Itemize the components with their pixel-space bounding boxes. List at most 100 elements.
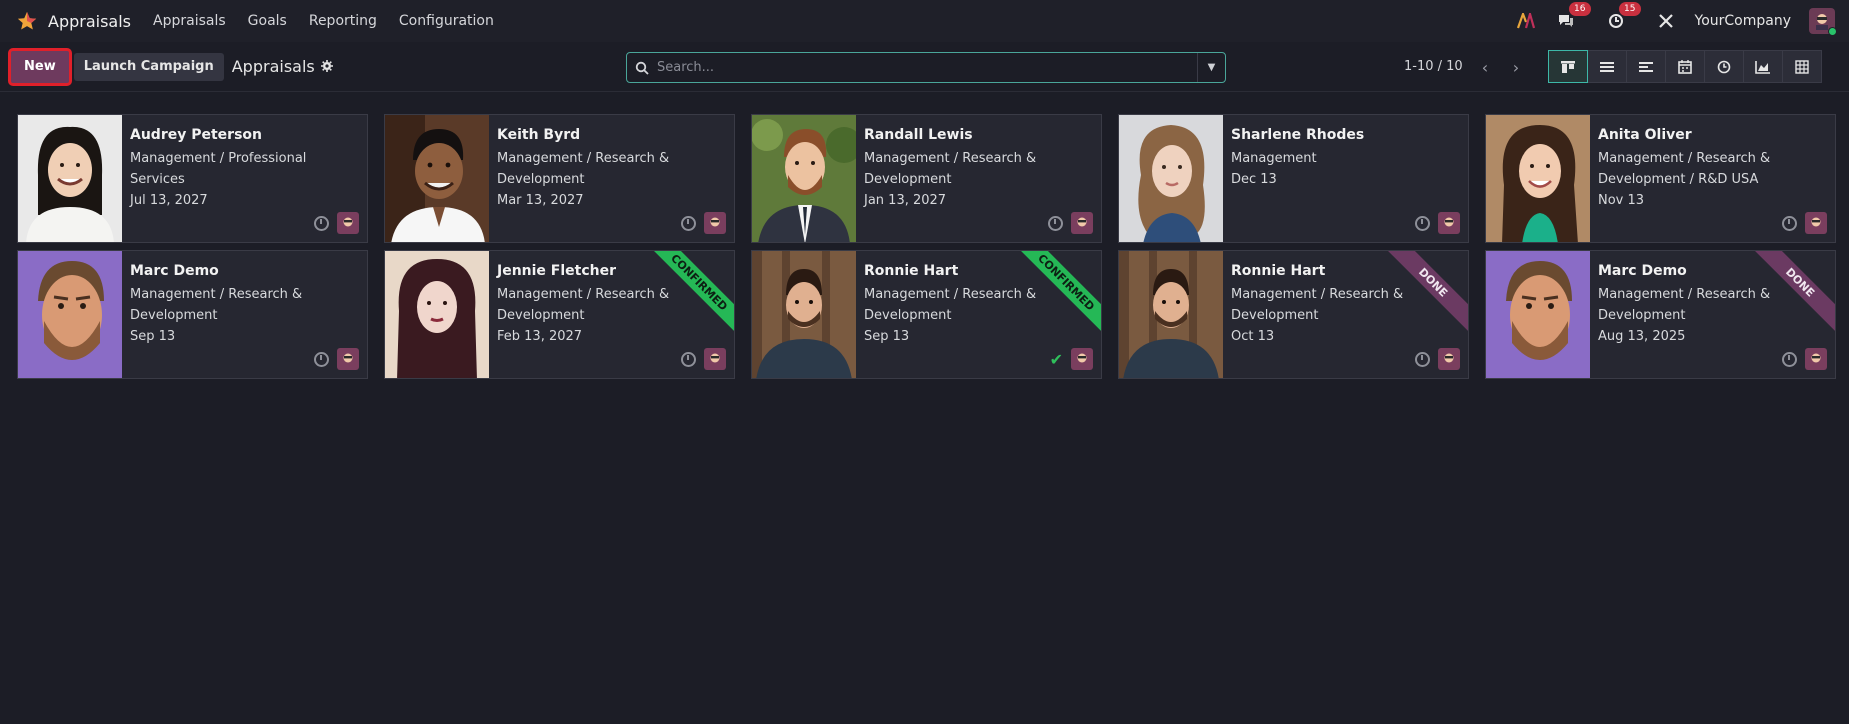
clock-icon[interactable] (1415, 215, 1430, 231)
kanban-card[interactable]: Audrey Peterson Management / Professiona… (17, 114, 368, 243)
kanban-card[interactable]: Marc Demo Management / Research & Develo… (1485, 250, 1836, 379)
clock-icon[interactable] (681, 351, 696, 367)
kanban-card[interactable]: Jennie Fletcher Management / Research & … (384, 250, 735, 379)
status-ribbon-label: CONFIRMED (646, 251, 734, 336)
messages-icon[interactable]: 16 (1555, 2, 1591, 32)
manager-avatar (1071, 212, 1093, 234)
employee-name: Keith Byrd (497, 127, 581, 143)
employee-department: Management (1231, 151, 1317, 166)
check-icon[interactable]: ✔ (1050, 350, 1063, 369)
pager-value[interactable]: 1-10 / 10 (1404, 59, 1463, 74)
clock-icon[interactable] (1782, 215, 1797, 231)
kanban-card[interactable]: Ronnie Hart Management / Research & Deve… (1118, 250, 1469, 379)
activity-view-button[interactable] (1704, 50, 1744, 83)
kanban-card[interactable]: Sharlene Rhodes Management Dec 13 (1118, 114, 1469, 243)
kanban-view-button[interactable] (1548, 50, 1588, 83)
employee-photo (1119, 115, 1223, 242)
manager-avatar (337, 348, 359, 370)
appraisal-date: Dec 13 (1231, 172, 1277, 187)
appraisal-date: Nov 13 (1598, 193, 1645, 208)
status-ribbon-label: DONE (1747, 251, 1835, 336)
manager-avatar (1805, 212, 1827, 234)
kanban-card[interactable]: Randall Lewis Management / Research & De… (751, 114, 1102, 243)
list-view-button[interactable] (1587, 50, 1627, 83)
kanban-card[interactable]: Marc Demo Management / Research & Develo… (17, 250, 368, 379)
gantt-view-button[interactable] (1626, 50, 1666, 83)
employee-name: Randall Lewis (864, 127, 973, 143)
employee-photo (385, 115, 489, 242)
employee-photo (1486, 115, 1590, 242)
menu-configuration[interactable]: Configuration (399, 13, 494, 29)
employee-name: Anita Oliver (1598, 127, 1692, 143)
status-ribbon: CONFIRMED (1011, 251, 1101, 341)
search-icon (627, 61, 657, 75)
employee-photo (752, 251, 856, 378)
search-options-toggle-icon[interactable]: ▼ (1197, 53, 1225, 82)
employee-department: Management / Professional Services (130, 151, 307, 187)
clock-icon[interactable] (1415, 351, 1430, 367)
employee-department: Management / Research & Development (497, 151, 670, 187)
clock-icon[interactable] (681, 215, 696, 231)
manager-avatar (1805, 348, 1827, 370)
employee-name: Marc Demo (130, 263, 219, 279)
clock-icon[interactable] (314, 351, 329, 367)
employee-photo (18, 115, 122, 242)
tools-icon[interactable] (1655, 10, 1677, 32)
pager-next-icon[interactable]: › (1502, 54, 1530, 80)
employee-photo (1119, 251, 1223, 378)
kanban-board: Audrey Peterson Management / Professiona… (17, 114, 1836, 379)
employee-name: Sharlene Rhodes (1231, 127, 1365, 143)
calendar-view-button[interactable] (1665, 50, 1705, 83)
breadcrumb: Appraisals (232, 57, 333, 76)
user-avatar[interactable] (1809, 8, 1837, 36)
activities-clock-icon[interactable]: 15 (1605, 2, 1641, 32)
employee-photo (18, 251, 122, 378)
gear-icon[interactable] (320, 57, 333, 76)
employee-department: Management / Research & Development (864, 151, 1037, 187)
ai-logo-icon[interactable] (1515, 10, 1537, 32)
manager-avatar (1438, 212, 1460, 234)
clock-icon[interactable] (314, 215, 329, 231)
status-ribbon: CONFIRMED (644, 251, 734, 341)
menu-reporting[interactable]: Reporting (309, 13, 377, 29)
pivot-view-button[interactable] (1782, 50, 1822, 83)
employee-photo (385, 251, 489, 378)
kanban-card[interactable]: Anita Oliver Management / Research & Dev… (1485, 114, 1836, 243)
app-title[interactable]: Appraisals (48, 12, 131, 31)
kanban-card[interactable]: Keith Byrd Management / Research & Devel… (384, 114, 735, 243)
manager-avatar (1438, 348, 1460, 370)
clock-icon[interactable] (1048, 215, 1063, 231)
clock-icon[interactable] (1782, 351, 1797, 367)
manager-avatar (337, 212, 359, 234)
messages-badge: 16 (1569, 2, 1591, 16)
status-ribbon: DONE (1745, 251, 1835, 341)
launch-campaign-button[interactable]: Launch Campaign (73, 52, 224, 81)
company-switcher[interactable]: YourCompany (1695, 13, 1792, 29)
employee-department: Management / Research & Development (130, 287, 303, 323)
page-title: Appraisals (231, 57, 315, 76)
employee-photo (752, 115, 862, 242)
employee-name: Audrey Peterson (130, 127, 262, 143)
app-star-icon[interactable] (14, 8, 40, 34)
view-switcher (1548, 50, 1822, 83)
employee-department: Management / Research & Development / R&… (1598, 151, 1771, 187)
appraisal-date: Jul 13, 2027 (130, 193, 208, 208)
menu-appraisals[interactable]: Appraisals (153, 13, 226, 29)
menu-goals[interactable]: Goals (248, 13, 287, 29)
appraisal-date: Jan 13, 2027 (864, 193, 947, 208)
manager-avatar (704, 348, 726, 370)
appraisal-date: Sep 13 (130, 329, 176, 344)
pager-previous-icon[interactable]: ‹ (1471, 54, 1499, 80)
graph-view-button[interactable] (1743, 50, 1783, 83)
search-input[interactable] (657, 60, 1197, 75)
control-panel: New Launch Campaign Appraisals ▼ 1-10 / … (0, 42, 1849, 92)
status-ribbon-label: CONFIRMED (1013, 251, 1101, 336)
employee-photo (1486, 251, 1590, 378)
appraisal-date: Mar 13, 2027 (497, 193, 584, 208)
manager-avatar (704, 212, 726, 234)
online-status-dot (1828, 27, 1837, 36)
new-button[interactable]: New (8, 47, 72, 86)
status-ribbon-label: DONE (1380, 251, 1468, 336)
status-ribbon: DONE (1378, 251, 1468, 341)
kanban-card[interactable]: Ronnie Hart Management / Research & Deve… (751, 250, 1102, 379)
